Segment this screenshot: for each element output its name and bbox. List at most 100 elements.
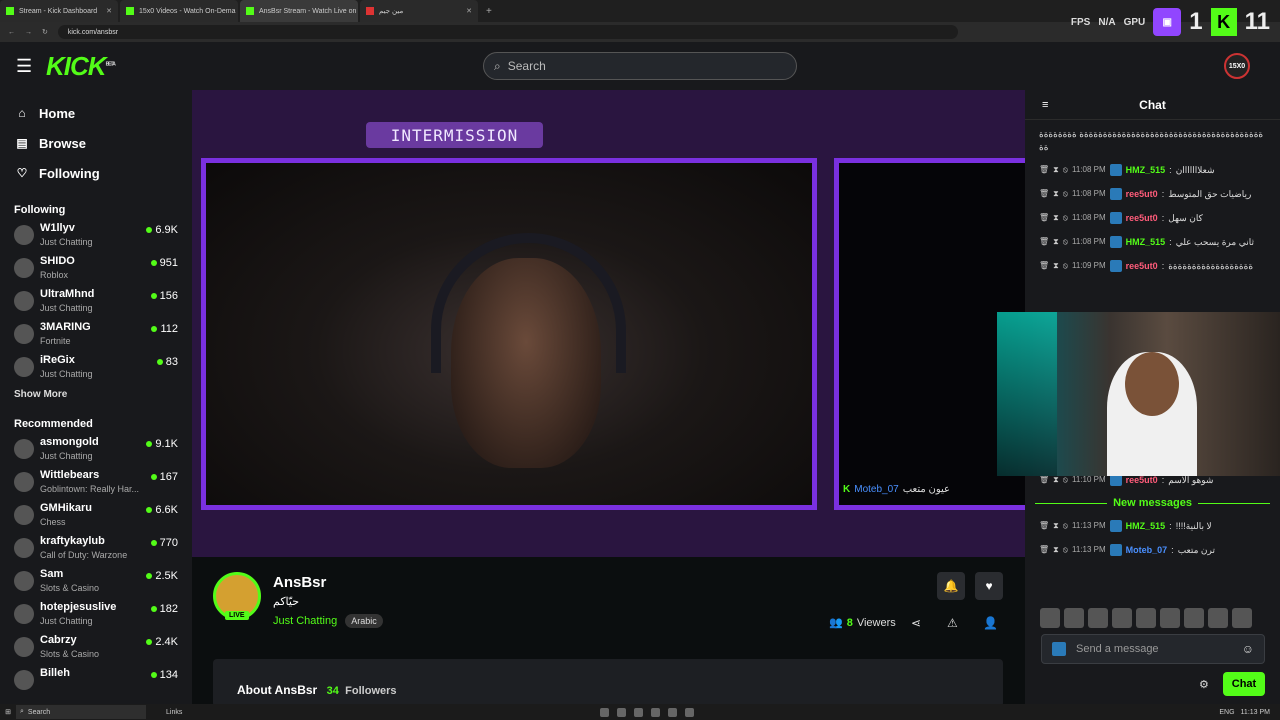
- timeout-icon[interactable]: ⧗: [1053, 259, 1059, 273]
- emote[interactable]: [1136, 608, 1156, 628]
- show-more-link[interactable]: Show More: [0, 389, 192, 400]
- app-icon[interactable]: [617, 707, 626, 717]
- app-icon[interactable]: [668, 707, 677, 717]
- follow-button[interactable]: ♥: [975, 572, 1003, 600]
- sidebar-channel[interactable]: asmongold Just Chatting 9.1K: [0, 436, 192, 469]
- windows-start-icon[interactable]: ⊞: [0, 708, 16, 716]
- app-icon[interactable]: [600, 707, 609, 717]
- browser-tab[interactable]: مين جيم ✕: [360, 0, 478, 22]
- ban-icon[interactable]: ⦸: [1063, 543, 1068, 557]
- app-icon[interactable]: [651, 707, 660, 717]
- chat-message[interactable]: 🗑 ⧗ ⦸ 11:08 PM ree5ut0: رياضيات حق المتوسط: [1025, 182, 1280, 206]
- emote[interactable]: [1184, 608, 1204, 628]
- delete-icon[interactable]: 🗑: [1039, 235, 1049, 249]
- sidebar-channel[interactable]: UltraMhnd Just Chatting 156: [0, 288, 192, 321]
- ban-icon[interactable]: ⦸: [1063, 211, 1068, 225]
- browser-tab-active[interactable]: AnsBsr Stream - Watch Live on✕: [240, 0, 358, 22]
- browser-tab[interactable]: 15x0 Videos - Watch On-Dema✕: [120, 0, 238, 22]
- chat-username[interactable]: HMZ_515: [1126, 163, 1166, 177]
- sidebar-channel[interactable]: Sam Slots & Casino 2.5K: [0, 568, 192, 601]
- forward-icon[interactable]: →: [25, 29, 32, 36]
- hamburger-menu-icon[interactable]: ☰: [16, 56, 34, 77]
- delete-icon[interactable]: 🗑: [1039, 163, 1049, 177]
- sidebar-channel[interactable]: kraftykaylub Call of Duty: Warzone 770: [0, 535, 192, 568]
- sidebar-channel[interactable]: Cabrzy Slots & Casino 2.4K: [0, 634, 192, 667]
- clock[interactable]: 11:13 PM: [1241, 709, 1270, 716]
- app-icon[interactable]: [685, 707, 694, 717]
- nav-home[interactable]: ⌂ Home: [0, 98, 192, 128]
- close-icon[interactable]: ✕: [106, 7, 112, 15]
- back-icon[interactable]: ←: [8, 29, 15, 36]
- emote[interactable]: [1208, 608, 1228, 628]
- browser-tab[interactable]: Stream - Kick Dashboard ✕: [0, 0, 118, 22]
- timeout-icon[interactable]: ⧗: [1053, 235, 1059, 249]
- share-icon[interactable]: ⋖: [911, 616, 921, 630]
- chat-username[interactable]: HMZ_515: [1126, 235, 1166, 249]
- user-options-icon[interactable]: 👤: [983, 616, 998, 630]
- new-messages-divider[interactable]: New messages: [1025, 492, 1280, 514]
- taskbar-links[interactable]: Links: [166, 709, 182, 716]
- app-icon[interactable]: [634, 707, 643, 717]
- chat-message[interactable]: 🗑 ⧗ ⦸ 11:08 PM HMZ_515: ثاني مرة يسحب علي: [1025, 230, 1280, 254]
- taskbar-search[interactable]: ⌕ Search: [16, 705, 146, 719]
- url-field[interactable]: kick.com/ansbsr: [57, 25, 958, 39]
- reload-icon[interactable]: ↻: [42, 28, 48, 36]
- emote[interactable]: [1232, 608, 1252, 628]
- chat-username[interactable]: ree5ut0: [1126, 259, 1158, 273]
- ban-icon[interactable]: ⦸: [1063, 187, 1068, 201]
- emote[interactable]: [1064, 608, 1084, 628]
- ban-icon[interactable]: ⦸: [1063, 259, 1068, 273]
- emote[interactable]: [1088, 608, 1108, 628]
- chat-message[interactable]: 🗑 ⧗ ⦸ 11:08 PM HMZ_515: شعلااااااان: [1025, 158, 1280, 182]
- sidebar-channel[interactable]: iReGix Just Chatting 83: [0, 354, 192, 387]
- nav-browse[interactable]: ▤ Browse: [0, 128, 192, 158]
- report-icon[interactable]: ⚠: [947, 616, 958, 630]
- sidebar-channel[interactable]: Wittlebears Goblintown: Really Har... 167: [0, 469, 192, 502]
- chat-username[interactable]: ree5ut0: [1126, 187, 1158, 201]
- emoji-icon[interactable]: ☺: [1242, 642, 1254, 656]
- ban-icon[interactable]: ⦸: [1063, 519, 1068, 533]
- chat-username[interactable]: HMZ_515: [1126, 519, 1166, 533]
- nav-following[interactable]: ♡ Following: [0, 158, 192, 188]
- language-indicator[interactable]: ENG: [1219, 709, 1234, 716]
- gear-icon[interactable]: ⚙: [1199, 678, 1209, 691]
- ban-icon[interactable]: ⦸: [1063, 235, 1068, 249]
- notification-bell-button[interactable]: 🔔: [937, 572, 965, 600]
- chat-message[interactable]: 🗑 ⧗ ⦸ 11:08 PM ree5ut0: كان سهل: [1025, 206, 1280, 230]
- emote[interactable]: [1040, 608, 1060, 628]
- user-avatar[interactable]: 15X0: [1224, 53, 1250, 79]
- sidebar-channel[interactable]: Billeh 134: [0, 667, 192, 700]
- emote[interactable]: [1160, 608, 1180, 628]
- delete-icon[interactable]: 🗑: [1039, 519, 1049, 533]
- search-input[interactable]: ⌕ Search: [483, 52, 797, 80]
- delete-icon[interactable]: 🗑: [1039, 543, 1049, 557]
- stream-category[interactable]: Just Chatting: [273, 615, 337, 627]
- emote[interactable]: [1112, 608, 1132, 628]
- timeout-icon[interactable]: ⧗: [1053, 519, 1059, 533]
- delete-icon[interactable]: 🗑: [1039, 259, 1049, 273]
- delete-icon[interactable]: 🗑: [1039, 187, 1049, 201]
- chat-username[interactable]: Moteb_07: [1126, 543, 1168, 557]
- sidebar-channel[interactable]: W1llyv Just Chatting 6.9K: [0, 222, 192, 255]
- chat-message[interactable]: 🗑 ⧗ ⦸ 11:13 PM Moteb_07: ترن متعب: [1025, 538, 1280, 562]
- video-player[interactable]: INTERMISSION K Moteb_07 عيون متعب: [192, 90, 1025, 557]
- kick-logo[interactable]: KICKBETA: [46, 51, 116, 82]
- close-icon[interactable]: ✕: [466, 7, 472, 15]
- stream-tag[interactable]: Arabic: [345, 614, 383, 628]
- chat-message[interactable]: 🗑 ⧗ ⦸ 11:09 PM ree5ut0: ةةةةةةةةةةةةةةةةةة: [1025, 254, 1280, 278]
- sidebar-channel[interactable]: hotepjesuslive Just Chatting 182: [0, 601, 192, 634]
- chat-message[interactable]: 🗑 ⧗ ⦸ 11:13 PM HMZ_515: !!!!لا بالنية: [1025, 514, 1280, 538]
- delete-icon[interactable]: 🗑: [1039, 211, 1049, 225]
- timeout-icon[interactable]: ⧗: [1053, 187, 1059, 201]
- new-tab-icon[interactable]: +: [486, 6, 492, 17]
- timeout-icon[interactable]: ⧗: [1053, 163, 1059, 177]
- sidebar-channel[interactable]: GMHikaru Chess 6.6K: [0, 502, 192, 535]
- ban-icon[interactable]: ⦸: [1063, 163, 1068, 177]
- timeout-icon[interactable]: ⧗: [1053, 211, 1059, 225]
- collapse-chat-icon[interactable]: ≡: [1042, 99, 1048, 111]
- timeout-icon[interactable]: ⧗: [1053, 543, 1059, 557]
- chat-username[interactable]: ree5ut0: [1126, 211, 1158, 225]
- streamer-name[interactable]: AnsBsr: [273, 574, 326, 591]
- sidebar-channel[interactable]: 3MARING Fortnite 112: [0, 321, 192, 354]
- chat-input[interactable]: Send a message ☺: [1041, 634, 1265, 664]
